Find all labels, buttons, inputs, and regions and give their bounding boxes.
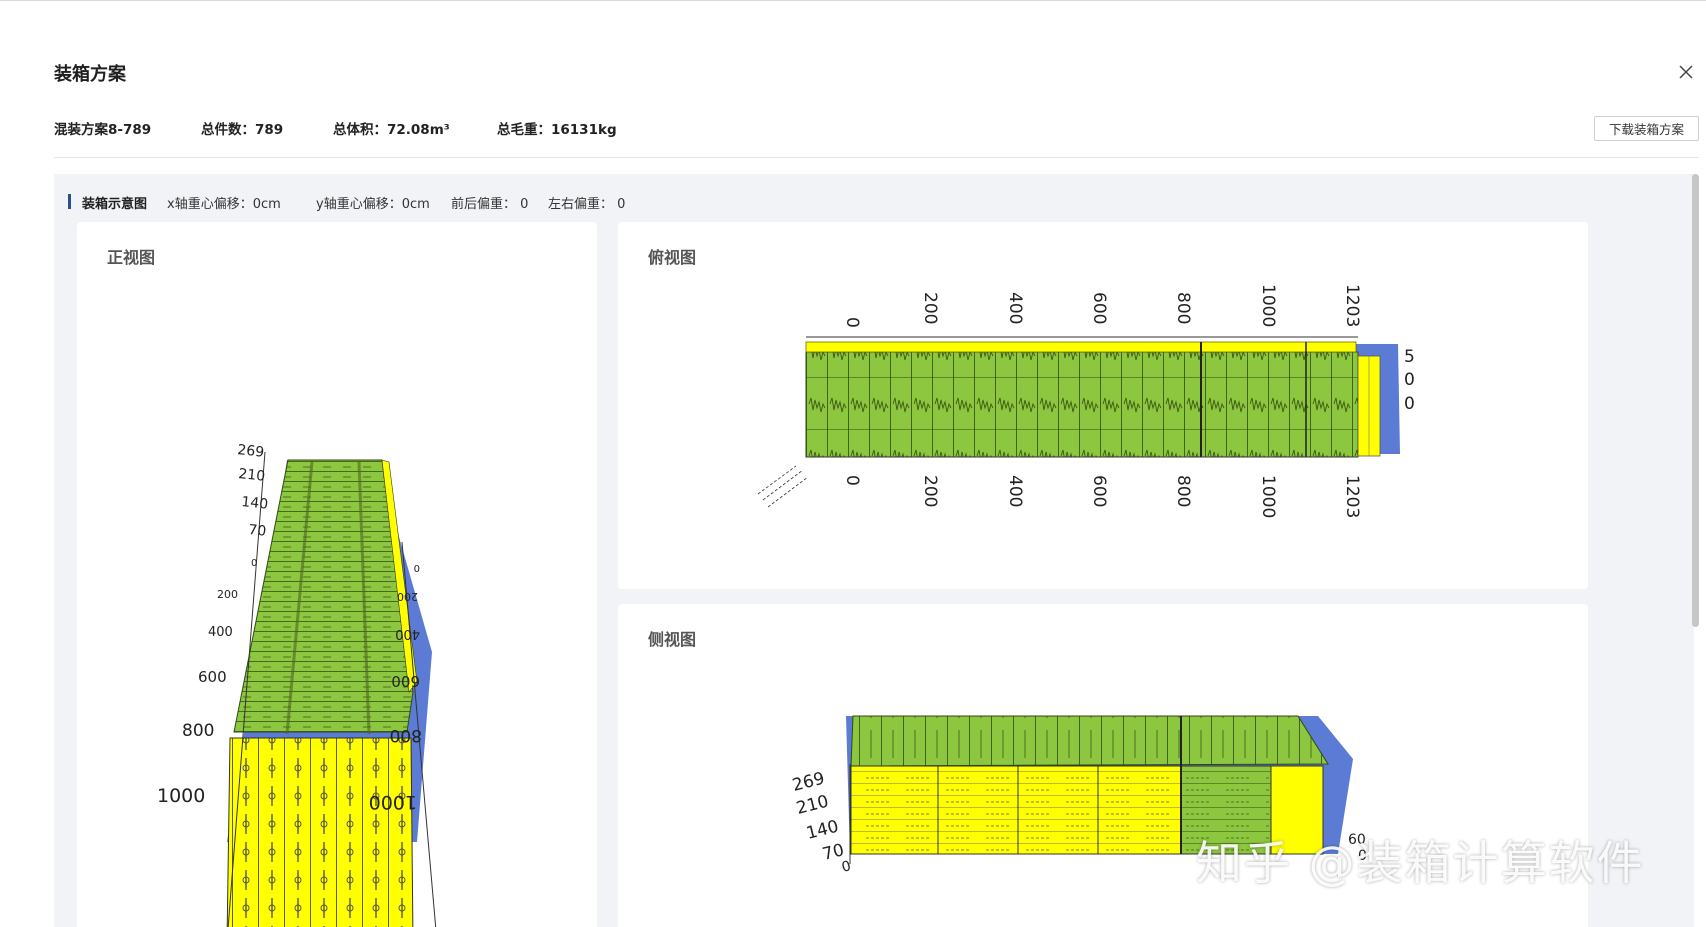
divider	[54, 157, 1699, 158]
download-plan-button[interactable]: 下载装箱方案	[1594, 116, 1699, 141]
top-lower-tick-3: 600	[1089, 475, 1109, 507]
top-lower-tick-1: 200	[920, 475, 940, 507]
front-right-tick-4: 800	[390, 725, 422, 745]
left-right-bias: 左右偏重： 0	[548, 197, 626, 212]
top-upper-tick-1: 200	[920, 292, 940, 324]
side-left-tick-4: 0	[840, 858, 853, 876]
front-left-tick-4: 0	[251, 558, 257, 569]
section-title: 装箱示意图	[82, 197, 148, 212]
top-upper-tick-2: 400	[1005, 292, 1025, 324]
front-view-card: 正视图 269 210 140 70 0 200 400 600 800 100…	[77, 222, 597, 927]
front-view-render: 269 210 140 70 0 200 400 600 800 1000 0 …	[157, 442, 437, 927]
top-upper-tick-3: 600	[1089, 292, 1109, 324]
close-icon[interactable]	[1676, 62, 1696, 82]
section-accent-bar	[68, 194, 71, 209]
top-view-card: 俯视图 0 200 400 600 800 1000 1203 0 200 40…	[618, 222, 1588, 589]
panel-scrollbar[interactable]	[1692, 174, 1699, 627]
y-offset: y轴重心偏移：0cm	[316, 197, 430, 212]
front-right-tick-1: 200	[397, 590, 418, 603]
front-right-tick-3: 600	[391, 672, 420, 690]
top-side-ticks: 5 0 0	[1404, 347, 1415, 414]
top-side-tick-1: 0	[1404, 370, 1415, 390]
top-upper-tick-5: 1000	[1258, 284, 1278, 327]
front-left-tick-5: 200	[217, 588, 238, 601]
modal-title: 装箱方案	[54, 64, 126, 85]
front-left-tick-7: 600	[198, 668, 227, 686]
front-left-tick-6: 400	[208, 625, 233, 640]
top-border	[0, 0, 1706, 1]
plan-name: 混装方案8-789	[54, 122, 152, 138]
total-pieces: 总件数：789	[201, 122, 284, 138]
total-volume: 总体积：72.08m³	[333, 122, 450, 138]
top-lower-tick-5: 1000	[1258, 475, 1278, 518]
top-lower-tick-6: 1203	[1342, 475, 1362, 518]
top-upper-tick-0: 0	[842, 317, 862, 328]
side-left-ticks: 269 210 140 70 0	[790, 769, 852, 876]
x-offset: x轴重心偏移：0cm	[167, 197, 281, 212]
top-view-render: 0 200 400 600 800 1000 1203 0 200 400 60…	[757, 284, 1415, 518]
gross-weight: 总毛重：16131kg	[497, 122, 617, 138]
top-lower-tick-4: 800	[1173, 475, 1193, 507]
top-green-cargo	[805, 351, 1359, 458]
top-side-tick-2: 0	[1404, 394, 1415, 414]
top-side-tick-0: 5	[1404, 347, 1415, 367]
top-axis-ticks-lower: 0 200 400 600 800 1000 1203	[842, 475, 1362, 518]
top-upper-tick-6: 1203	[1342, 284, 1362, 327]
side-green-top	[850, 715, 1329, 767]
yellow-cargo-block	[226, 737, 414, 927]
diagram-panel: 装箱示意图 x轴重心偏移：0cm y轴重心偏移：0cm 前后偏重： 0 左右偏重…	[54, 174, 1694, 927]
top-lower-tick-0: 0	[842, 475, 862, 486]
front-left-tick-9: 1000	[157, 785, 205, 807]
front-left-tick-1: 210	[238, 466, 266, 485]
front-left-tick-3: 70	[248, 522, 267, 540]
front-right-tick-0: 0	[414, 562, 420, 573]
front-right-tick-2: 400	[395, 626, 420, 641]
front-left-tick-0: 269	[237, 442, 265, 461]
side-left-tick-1: 210	[794, 792, 830, 819]
top-yellow-edge	[805, 341, 1357, 353]
top-upper-tick-4: 800	[1173, 292, 1193, 324]
front-back-bias: 前后偏重： 0	[451, 197, 529, 212]
side-left-tick-2: 140	[804, 817, 840, 844]
front-left-tick-8: 800	[182, 721, 214, 741]
top-lower-tick-2: 400	[1005, 475, 1025, 507]
front-right-tick-5: 1000	[369, 791, 417, 813]
top-axis-ticks-upper: 0 200 400 600 800 1000 1203	[842, 284, 1362, 328]
front-left-tick-2: 140	[241, 494, 269, 513]
watermark: 知乎 @装箱计算软件	[1196, 836, 1645, 890]
side-yellow-face	[850, 765, 1182, 855]
